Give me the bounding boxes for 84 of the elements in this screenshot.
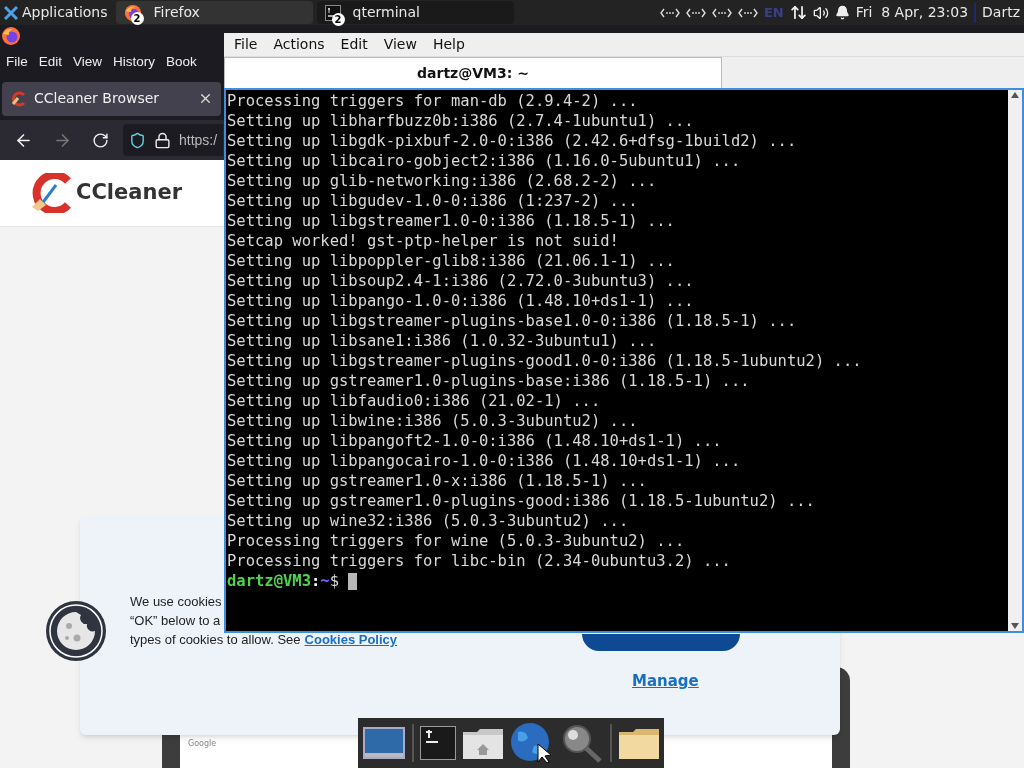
dots-icon xyxy=(685,7,706,18)
prompt-symbol: $ xyxy=(329,571,340,591)
menu-item[interactable]: File xyxy=(6,51,28,73)
network-icon[interactable] xyxy=(789,4,807,21)
output-line: Setting up libsane1:i386 (1.0.32-3ubuntu1) ... xyxy=(227,331,658,351)
cookie-text: types of cookies to allow. See xyxy=(130,631,301,649)
output-line: Setting up libharfbuzz0b:i386 (2.7.4-1ubuntu1) ... xyxy=(227,111,695,131)
output-line: Setting up libfaudio0:i386 (21.02-1) ... xyxy=(227,391,602,411)
task-label: qterminal xyxy=(352,3,420,22)
close-icon[interactable] xyxy=(198,91,213,106)
lock-icon xyxy=(154,131,171,149)
output-line: Setting up libgudev-1.0-0:i386 (1:237-2) ... xyxy=(227,191,639,211)
prompt-user-host: dartz@VM3 xyxy=(227,571,311,591)
dots-icon xyxy=(659,7,680,18)
prompt-path: ~ xyxy=(320,571,330,591)
broom-logo-icon xyxy=(30,173,74,213)
output-line: Setting up libgstreamer1.0-0:i386 (1.18.5-1) ... xyxy=(227,211,676,231)
home-folder-icon[interactable] xyxy=(462,726,504,760)
output-line: Setting up libgstreamer-plugins-good1.0-0:i386 (1.18.5-1ubuntu2) ... xyxy=(227,351,863,371)
url-field[interactable]: https:/ xyxy=(123,124,223,156)
taskbar-button[interactable]: 2 qterminal xyxy=(316,1,514,24)
output-line: Setting up gstreamer1.0-plugins-base:i386 (1.18.5-1) ... xyxy=(227,371,751,391)
browser-tab[interactable]: CCleaner Browser xyxy=(2,81,221,116)
volume-icon[interactable] xyxy=(812,4,829,21)
cookie-text: “OK” below to a xyxy=(130,612,222,630)
monitor-icon[interactable] xyxy=(362,726,406,760)
output-line: Setting up libgdk-pixbuf-2.0-0:i386 (2.42.6+dfsg-1build2) ... xyxy=(227,131,798,151)
globe-icon[interactable] xyxy=(510,722,554,764)
output-line: Processing triggers for libc-bin (2.34-0ubuntu3.2) ... xyxy=(227,551,732,571)
cookie-icon xyxy=(45,600,107,662)
clock[interactable]: Fri 8 Apr, 23:03 xyxy=(855,2,969,23)
output-line: Processing triggers for man-db (2.9.4-2) ... xyxy=(227,91,639,111)
prompt-separator: : xyxy=(311,571,321,591)
cookie-text: We use cookies xyxy=(130,593,223,611)
output-line: Setting up libwine:i386 (5.0.3-3ubuntu2) ... xyxy=(227,411,639,431)
logo-text: CCleaner xyxy=(76,179,182,207)
menu-item[interactable]: Actions xyxy=(273,34,325,55)
output-line: Processing triggers for wine (5.0.3-3ubuntu2) ... xyxy=(227,531,686,551)
output-line: Setting up gstreamer1.0-plugins-good:i386 (1.18.5-1ubuntu2) ... xyxy=(227,491,816,511)
bell-icon[interactable] xyxy=(834,5,850,20)
menu-item[interactable]: Edit xyxy=(340,34,368,55)
cookies-policy-link[interactable]: Cookies Policy xyxy=(304,630,398,649)
output-line: Setcap worked! gst-ptp-helper is not suid! xyxy=(227,231,620,251)
output-line: Setting up libsoup2.4-1:i386 (2.72.0-3ubuntu3) ... xyxy=(227,271,695,291)
menu-item[interactable]: Help xyxy=(432,34,465,55)
scroll-up-icon[interactable] xyxy=(1011,92,1019,98)
scrollbar[interactable] xyxy=(1008,90,1022,631)
broom-logo-icon xyxy=(10,90,26,107)
output-line: Setting up libgstreamer-plugins-base1.0-0:i386 (1.18.5-1) ... xyxy=(227,311,798,331)
taskbar-button[interactable]: 2 Firefox xyxy=(115,1,313,24)
menu-item[interactable]: File xyxy=(234,34,258,55)
terminal-icon xyxy=(324,4,341,21)
magnifier-icon[interactable] xyxy=(560,723,604,763)
menu-item[interactable]: View xyxy=(73,51,103,73)
menu-item[interactable]: Book xyxy=(166,51,197,73)
terminal-icon[interactable] xyxy=(420,726,456,760)
menu-item[interactable]: Edit xyxy=(38,51,63,73)
folder-icon[interactable] xyxy=(618,726,660,760)
applications-menu-button[interactable]: Applications xyxy=(0,0,112,25)
reload-icon[interactable] xyxy=(92,131,109,149)
text-cursor xyxy=(348,572,358,590)
output-line: Setting up gstreamer1.0-x:i386 (1.18.5-1) ... xyxy=(227,471,648,491)
menu-item[interactable]: View xyxy=(383,34,417,55)
output-line: Setting up libcairo-gobject2:i386 (1.16.0-5ubuntu1) ... xyxy=(227,151,742,171)
output-line: Setting up wine32:i386 (5.0.3-3ubuntu2) ... xyxy=(227,511,630,531)
x-logo-icon xyxy=(4,5,18,20)
output-line: Setting up libpango-1.0-0:i386 (1.48.10+ds1-1) ... xyxy=(227,291,695,311)
terminal-tab[interactable]: dartz@VM3: ~ xyxy=(224,57,722,88)
shield-icon xyxy=(129,131,146,149)
manage-link[interactable]: Manage xyxy=(632,670,699,693)
card-label: Google xyxy=(188,739,217,748)
cookie-button[interactable] xyxy=(582,634,740,651)
task-label: Firefox xyxy=(153,3,200,22)
output-line: Setting up libpangoft2-1.0-0:i386 (1.48.10+ds1-1) ... xyxy=(227,431,723,451)
dots-icon xyxy=(711,7,732,18)
scroll-down-icon[interactable] xyxy=(1011,623,1019,629)
menu-item[interactable]: History xyxy=(113,51,156,73)
output-line: Setting up glib-networking:i386 (2.68.2-2) ... xyxy=(227,171,658,191)
user-name[interactable]: Dartz xyxy=(982,2,1020,23)
output-line: Setting up libpoppler-glib8:i386 (21.06.1-1) ... xyxy=(227,251,676,271)
dots-icon xyxy=(737,7,758,18)
firefox-icon xyxy=(1,26,21,46)
output-line: Setting up libpangocairo-1.0-0:i386 (1.48.10+ds1-1) ... xyxy=(227,451,742,471)
tab-title: CCleaner Browser xyxy=(34,89,161,108)
